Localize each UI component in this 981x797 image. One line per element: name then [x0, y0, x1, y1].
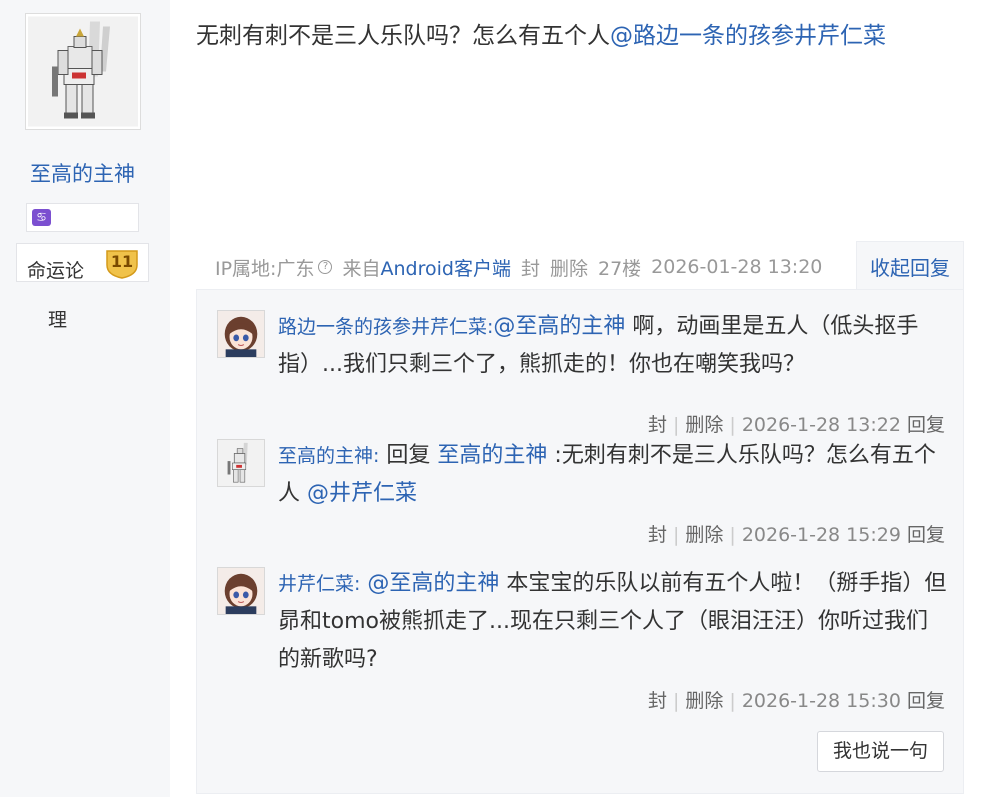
manage-label[interactable]: 理 — [48, 305, 67, 332]
robot-avatar-icon — [218, 440, 264, 486]
reply-meta: 封 | 删除 | 2026-1-28 13:22 回复 — [647, 414, 945, 436]
delete-link[interactable]: 删除 — [550, 254, 588, 281]
reply-delete-link[interactable]: 删除 — [685, 524, 723, 546]
reply-panel: 路边一条的孩参井芹仁菜:@至高的主神 啊，动画里是五人（低头抠手指）...我们只… — [196, 289, 964, 794]
post-content: 无刺有刺不是三人乐队吗？怎么有五个人@路边一条的孩参井芹仁菜 — [196, 20, 956, 52]
reply-mention-2[interactable]: @井芹仁菜 — [307, 481, 417, 506]
post-meta: IP属地:广东 ? 来自 Android客户端 封 删除 27楼 2026-01… — [215, 253, 832, 281]
reply-block-link[interactable]: 封 — [648, 414, 667, 436]
anime-girl-avatar-icon — [218, 311, 264, 357]
floor-number: 27楼 — [597, 257, 642, 280]
reply-avatar[interactable] — [217, 310, 265, 358]
reply-reply-link[interactable]: 回复 — [907, 524, 945, 546]
reply-meta: 封 | 删除 | 2026-1-28 15:30 回复 — [647, 690, 945, 712]
reply-time: 2026-1-28 15:30 — [741, 690, 901, 712]
reply-time: 2026-1-28 15:29 — [741, 524, 901, 546]
reply-avatar[interactable] — [217, 567, 265, 615]
level-badge-icon: 11 — [105, 249, 139, 279]
reply-text: 至高的主神: 回复 至高的主神 :无刺有刺不是三人乐队吗？怎么有五个人 @井芹仁… — [278, 437, 948, 513]
source-link[interactable]: Android客户端 — [380, 254, 510, 281]
reply-reply-link[interactable]: 回复 — [907, 414, 945, 436]
reply-text: 路边一条的孩参井芹仁菜:@至高的主神 啊，动画里是五人（低头抠手指）...我们只… — [278, 308, 948, 384]
reply-time: 2026-1-28 13:22 — [741, 414, 901, 436]
level-number: 11 — [110, 252, 134, 271]
reply-author[interactable]: 至高的主神: — [278, 445, 379, 467]
level-name: 命运论 — [27, 260, 85, 282]
reply-block-link[interactable]: 封 — [648, 524, 667, 546]
sign-badge-box: ♋ — [26, 203, 139, 232]
reply-author[interactable]: 路边一条的孩参井芹仁菜: — [278, 316, 493, 338]
post-text: 无刺有刺不是三人乐队吗？怎么有五个人 — [196, 23, 610, 49]
reply-block-link[interactable]: 封 — [648, 690, 667, 712]
zodiac-icon: ♋ — [32, 209, 51, 226]
reply-delete-link[interactable]: 删除 — [685, 414, 723, 436]
author-username[interactable]: 至高的主神 — [0, 158, 165, 188]
reply-prefix: 回复 — [379, 443, 438, 468]
reply-delete-link[interactable]: 删除 — [685, 690, 723, 712]
block-link[interactable]: 封 — [521, 254, 540, 281]
collapse-replies-button[interactable]: 收起回复 — [856, 241, 964, 290]
reply-mention[interactable]: @至高的主神 — [367, 571, 499, 596]
source-prefix: 来自 — [342, 257, 381, 280]
reply-meta: 封 | 删除 | 2026-1-28 15:29 回复 — [647, 524, 945, 546]
author-avatar[interactable] — [25, 13, 141, 130]
author-sidebar: 至高的主神 ♋ 命运论 11 理 — [0, 0, 170, 797]
reply-mention[interactable]: 至高的主神 — [437, 443, 547, 468]
ip-location: IP属地:广东 — [215, 257, 315, 280]
reply-author[interactable]: 井芹仁菜: — [278, 573, 360, 595]
reply-reply-link[interactable]: 回复 — [907, 690, 945, 712]
anime-girl-avatar-icon — [218, 568, 264, 614]
post-time: 2026-01-28 13:20 — [651, 256, 823, 278]
reply-avatar[interactable] — [217, 439, 265, 487]
question-circle-icon[interactable]: ? — [318, 260, 333, 274]
say-something-button[interactable]: 我也说一句 — [817, 731, 944, 772]
post-mention-link[interactable]: @路边一条的孩参井芹仁菜 — [610, 23, 886, 49]
reply-mention[interactable]: @至高的主神 — [493, 314, 625, 339]
robot-avatar-icon — [28, 16, 138, 127]
reply-text: 井芹仁菜: @至高的主神 本宝宝的乐队以前有五个人啦！（掰手指）但昴和tomo被… — [278, 565, 948, 679]
level-box[interactable]: 命运论 11 — [16, 243, 149, 282]
